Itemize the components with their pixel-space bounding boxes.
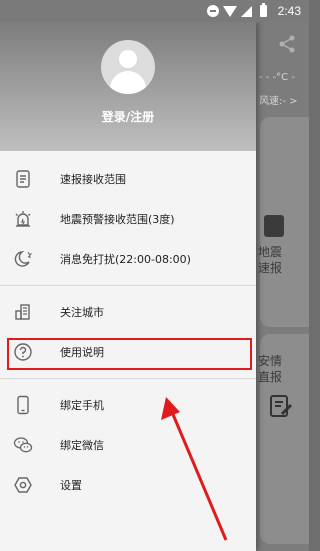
wechat-icon (13, 435, 33, 455)
menu-item-do-not-disturb[interactable]: 消息免打扰(22:00-08:00) (0, 239, 256, 279)
menu-item-label: 绑定手机 (60, 399, 104, 412)
menu-item-bind-wechat[interactable]: 绑定微信 (0, 425, 256, 465)
bg-card-disaster-report[interactable]: 安情 直报 (258, 334, 309, 544)
wifi-icon (222, 5, 237, 17)
bg-temperature: - - -°C - (259, 72, 295, 83)
bg-card2-line1: 安情 (258, 354, 283, 368)
menu-item-label: 地震预警接收范围(3度) (60, 213, 175, 226)
login-register-link[interactable]: 登录/注册 (0, 108, 256, 125)
menu-item-followed-cities[interactable]: 关注城市 (0, 292, 256, 332)
menu-item-label: 绑定微信 (60, 439, 104, 452)
menu-item-label: 设置 (60, 479, 82, 492)
bg-card2-line2: 直报 (258, 370, 283, 384)
settings-icon (13, 475, 33, 495)
status-bar: 2:43 (0, 0, 309, 22)
bg-card-line1: 地震 (258, 245, 283, 259)
city-icon (13, 302, 33, 322)
highlight-box (7, 338, 252, 370)
divider (0, 285, 256, 286)
menu-item-label: 消息免打扰(22:00-08:00) (60, 253, 191, 266)
status-time: 2:43 (277, 4, 301, 18)
battery-icon (258, 3, 270, 17)
bg-wind: 风速:- > (259, 96, 298, 107)
background-app: - - -°C - 风速:- > 地震 速报 安情 直报 (256, 22, 309, 551)
phone-icon (13, 395, 33, 415)
menu-item-label: 速报接收范围 (60, 173, 126, 186)
moon-icon (13, 249, 33, 269)
menu-item-settings[interactable]: 设置 (0, 465, 256, 505)
bg-card-line2: 速报 (258, 261, 283, 275)
alarm-icon (13, 209, 33, 229)
menu-item-earthquake-warning-range[interactable]: 地震预警接收范围(3度) (0, 199, 256, 239)
do-not-disturb-icon (206, 5, 219, 17)
signal-icon (241, 5, 253, 17)
avatar[interactable] (101, 40, 155, 94)
document-icon (13, 169, 33, 189)
divider (0, 378, 256, 379)
document-icon (264, 215, 284, 237)
drawer-header: 登录/注册 (0, 22, 256, 151)
navigation-drawer: 登录/注册 速报接收范围 地震预警接收范围(3度) 消息免打扰(22:00-08… (0, 22, 256, 551)
share-icon[interactable] (277, 34, 297, 59)
menu-item-quick-report-range[interactable]: 速报接收范围 (0, 159, 256, 199)
bg-card-quick-report[interactable]: 地震 速报 (258, 117, 309, 327)
menu-item-label: 关注城市 (60, 306, 104, 319)
menu-item-bind-phone[interactable]: 绑定手机 (0, 385, 256, 425)
edit-icon (268, 394, 294, 424)
